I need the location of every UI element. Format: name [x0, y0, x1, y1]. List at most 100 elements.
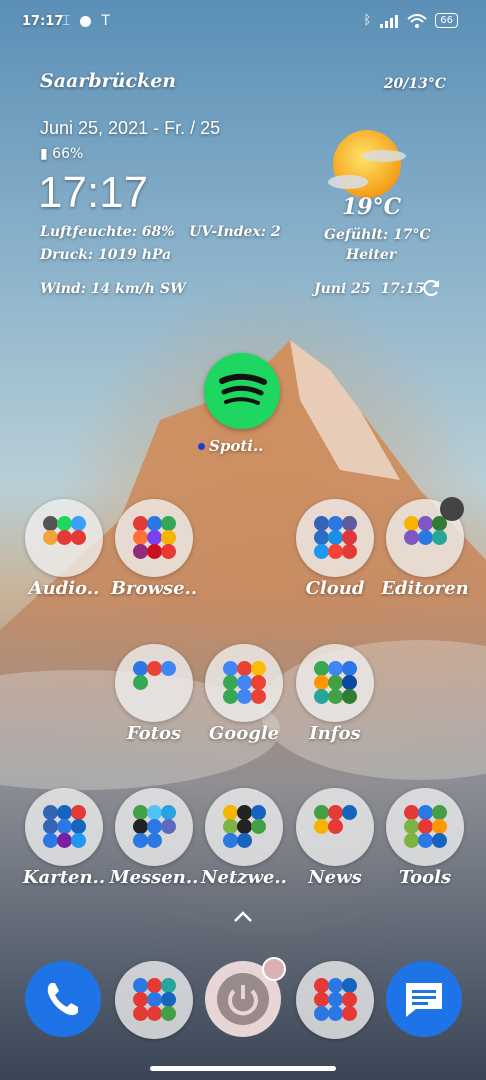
mini-app-icon	[237, 675, 252, 690]
mini-app-icon	[147, 516, 162, 531]
spotify-label: Spoti..	[209, 437, 264, 455]
mini-app-icon	[237, 805, 252, 820]
folder-label: Editoren	[381, 578, 469, 599]
mini-app-icon	[223, 833, 238, 848]
mini-app-icon	[342, 978, 357, 993]
mini-app-icon	[71, 805, 86, 820]
mini-app-icon	[251, 689, 266, 704]
spotify-app-icon[interactable]	[204, 353, 280, 429]
folder-7[interactable]	[296, 644, 374, 722]
mini-app-icon	[314, 819, 329, 834]
signal-icon	[380, 14, 399, 28]
mini-app-icon	[328, 530, 343, 545]
weather-condition: Heiter	[346, 247, 397, 263]
mini-app-icon	[161, 978, 176, 993]
mini-app-icon	[161, 1006, 176, 1021]
mini-app-icon	[314, 805, 329, 820]
mini-app-icon	[418, 819, 433, 834]
mini-app-icon	[328, 978, 343, 993]
folder-5[interactable]	[115, 644, 193, 722]
mini-app-icon	[133, 833, 148, 848]
mini-app-icon	[147, 530, 162, 545]
folder-label: Tools	[398, 867, 452, 888]
dock-folder-left[interactable]	[115, 961, 193, 1039]
mini-app-icon	[147, 819, 162, 834]
mini-app-icon	[251, 819, 266, 834]
mini-app-icon	[147, 833, 162, 848]
weather-current-temp: 19°C	[342, 194, 402, 220]
dock-folder-right[interactable]	[296, 961, 374, 1039]
folder-9[interactable]	[115, 788, 193, 866]
mini-app-icon	[404, 819, 419, 834]
mini-app-icon	[43, 819, 58, 834]
text-format-icon: T	[101, 13, 110, 29]
mini-app-icon	[71, 530, 86, 545]
mini-app-icon	[404, 833, 419, 848]
mini-app-icon	[342, 675, 357, 690]
mini-app-icon	[251, 805, 266, 820]
mini-app-icon	[342, 661, 357, 676]
mini-app-icon	[133, 805, 148, 820]
folder-3[interactable]	[296, 499, 374, 577]
mini-app-icon	[418, 833, 433, 848]
mini-app-icon	[237, 819, 252, 834]
weather-humidity-uv: Luftfeuchte: 68% UV-Index: 2	[40, 224, 281, 240]
chevron-up-icon[interactable]	[232, 910, 254, 924]
folder-10[interactable]	[205, 788, 283, 866]
mini-app-icon	[328, 675, 343, 690]
folder-11[interactable]	[296, 788, 374, 866]
mini-app-icon	[223, 689, 238, 704]
messages-app-icon[interactable]	[386, 961, 462, 1037]
mini-app-icon	[418, 805, 433, 820]
mini-app-icon	[133, 516, 148, 531]
weather-wind: Wind: 14 km/h SW	[40, 281, 186, 297]
mini-app-icon	[133, 661, 148, 676]
mini-app-icon	[314, 530, 329, 545]
mini-app-icon	[133, 1006, 148, 1021]
mini-app-icon	[342, 805, 357, 820]
folder-12[interactable]	[386, 788, 464, 866]
mini-app-icon	[404, 530, 419, 545]
mini-app-icon	[328, 689, 343, 704]
mini-app-icon	[314, 978, 329, 993]
refresh-icon[interactable]	[422, 278, 442, 298]
mini-app-icon	[237, 833, 252, 848]
mini-app-icon	[328, 661, 343, 676]
spotify-label-wrap: Spoti..	[198, 437, 263, 455]
mini-app-icon	[342, 1006, 357, 1021]
mini-app-icon	[314, 544, 329, 559]
text-cursor-icon: ⌶	[62, 13, 71, 29]
mini-app-icon	[133, 978, 148, 993]
system-icons: ᛒ 66	[363, 13, 458, 28]
mini-app-icon	[328, 544, 343, 559]
folder-label: Browse..	[110, 578, 198, 599]
mini-app-icon	[71, 833, 86, 848]
mini-app-icon	[237, 661, 252, 676]
new-indicator-dot	[198, 442, 205, 450]
wifi-icon	[407, 13, 427, 28]
mini-app-icon	[147, 978, 162, 993]
weather-feels-like: Gefühlt: 17°C	[324, 227, 431, 243]
spotify-icon	[219, 373, 267, 405]
mini-app-icon	[418, 530, 433, 545]
mini-app-icon	[57, 516, 72, 531]
folder-2[interactable]	[115, 499, 193, 577]
mini-app-icon	[314, 675, 329, 690]
folder-1[interactable]	[25, 499, 103, 577]
mini-app-icon	[314, 689, 329, 704]
mini-app-icon	[133, 675, 148, 690]
mini-app-icon	[71, 516, 86, 531]
mini-app-icon	[147, 661, 162, 676]
home-indicator[interactable]	[150, 1066, 336, 1071]
dot-icon	[80, 15, 92, 27]
mini-app-icon	[314, 516, 329, 531]
folder-6[interactable]	[205, 644, 283, 722]
mini-app-icon	[161, 530, 176, 545]
phone-app-icon[interactable]	[25, 961, 101, 1037]
mini-app-icon	[223, 805, 238, 820]
folder-8[interactable]	[25, 788, 103, 866]
mini-app-icon	[161, 661, 176, 676]
notification-icons: ⌶ T	[62, 13, 110, 29]
mini-app-icon	[342, 992, 357, 1007]
mini-app-icon	[161, 544, 176, 559]
